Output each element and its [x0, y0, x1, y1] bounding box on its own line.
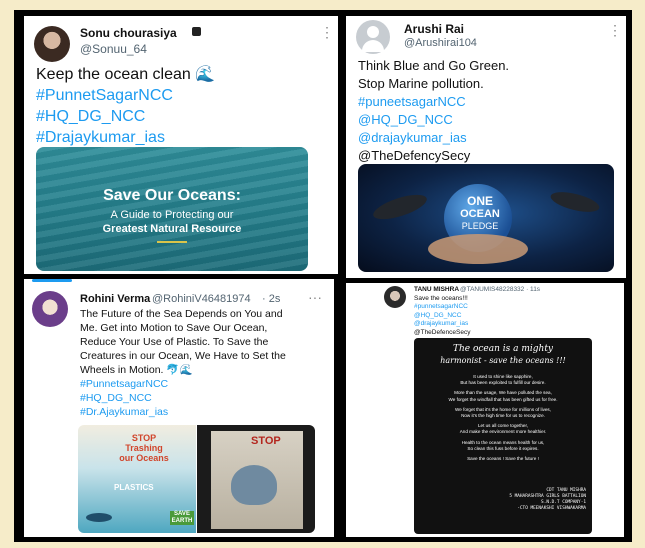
tweet-text: The Future of the Sea Depends on You and… — [80, 307, 286, 419]
tweet-line: Keep the ocean clean — [36, 66, 191, 83]
shark-shape — [231, 465, 277, 505]
author-handle[interactable]: @Arushirai104 — [404, 37, 477, 49]
tweet-card-rohini[interactable]: Rohini Verma @RohiniV46481974 · 2s ··· T… — [24, 279, 334, 537]
lock-icon — [192, 27, 201, 36]
poem-line: Save the oceans ! Save the future ! — [467, 456, 539, 462]
mention-link[interactable]: @HQ_DG_NCC — [414, 312, 470, 320]
tweet-card-tanu[interactable]: TANU MISHRA @TANUMIS48228332 · 11s Save … — [346, 283, 624, 537]
tweet-line: Stop Marine pollution. — [358, 76, 484, 91]
tweet-card-arushi[interactable]: Arushi Rai @Arushirai104 ⋮ Think Blue an… — [346, 16, 626, 278]
hashtag-link[interactable]: #HQ_DG_NCC — [80, 391, 286, 405]
default-avatar-icon — [367, 26, 379, 38]
more-options-icon[interactable]: ··· — [308, 289, 322, 305]
ocean-guide-image[interactable]: Save Our Oceans: A Guide to Protecting o… — [36, 147, 308, 271]
tweet-line: Me. Get into Motion to Save Our Ocean, — [80, 322, 268, 334]
author-handle[interactable]: @TANUMIS48228332 · 11s — [460, 286, 540, 293]
signature-line: -CTO MEENAKSHI VISHWAKARMA — [517, 506, 586, 511]
whale-shape — [548, 188, 602, 216]
card-subtitle: A Guide to Protecting our — [110, 209, 234, 221]
tweet-line: Save the oceans!!! — [414, 295, 468, 302]
ocean-poem-image[interactable]: The ocean is a mighty harmonist - save t… — [414, 338, 592, 534]
whale-shape — [370, 189, 430, 225]
tweet-text: Think Blue and Go Green. Stop Marine pol… — [358, 57, 509, 165]
mention-link[interactable]: @drajaykumar_ias — [414, 320, 470, 328]
hashtag-link[interactable]: #puneetsagarNCC — [358, 93, 509, 111]
more-options-icon[interactable]: ⋮ — [320, 24, 334, 41]
stop-pollution-drawing[interactable]: STOP — [197, 425, 315, 533]
stop-trashing-poster[interactable]: STOP Trashing our Oceans PLASTICS SAVE E… — [78, 425, 196, 533]
avatar[interactable] — [34, 26, 70, 62]
active-tab-indicator — [32, 279, 72, 282]
author-name[interactable]: TANU MISHRA — [414, 286, 459, 293]
hashtag-link[interactable]: #Drajaykumar_ias — [36, 127, 215, 148]
avatar[interactable] — [384, 286, 406, 308]
mention-link[interactable]: @drajaykumar_ias — [358, 129, 509, 147]
author-handle[interactable]: @Sonuu_64 — [80, 42, 147, 56]
divider — [157, 241, 187, 243]
wave-icon: 🌊 — [195, 66, 216, 83]
poster-label: PLASTICS — [114, 483, 154, 492]
hashtag-link[interactable]: #HQ_DG_NCC — [36, 106, 215, 127]
poster-save: SAVE EARTH — [170, 511, 194, 525]
tweet-text: Save the oceans!!! #punnetsagarNCC @HQ_D… — [414, 295, 470, 337]
tweet-line: Reduce Your Use of Plastic. To Save the — [80, 336, 269, 348]
mention-link[interactable]: @TheDefenceSecy — [414, 329, 470, 337]
tweet-line: Wheels in Motion. — [80, 364, 164, 376]
mention-link[interactable]: @TheDefencySecy — [358, 147, 509, 165]
whale-shape — [86, 513, 112, 522]
hashtag-link[interactable]: #PunnetsagarNCC — [80, 377, 286, 391]
card-subtitle: Greatest Natural Resource — [102, 223, 242, 235]
signature-block: CDT TANU MISHRA 5 MAHARASHTRA GIRLS BATT… — [509, 488, 586, 512]
hashtag-link[interactable]: #punnetsagarNCC — [414, 303, 470, 311]
more-options-icon[interactable]: ⋮ — [608, 22, 622, 39]
author-name[interactable]: Rohini Verma — [80, 293, 150, 305]
pledge-text: OCEAN — [460, 208, 500, 220]
card-title: Save Our Oceans: — [103, 187, 241, 204]
tweet-line: Think Blue and Go Green. — [358, 58, 510, 73]
hashtag-link[interactable]: #Dr.Ajaykumar_ias — [80, 405, 286, 419]
pledge-text: PLEDGE — [461, 221, 499, 231]
poster-title: STOP — [251, 435, 281, 447]
mention-link[interactable]: @HQ_DG_NCC — [358, 111, 509, 129]
pledge-text: ONE — [466, 194, 493, 208]
timestamp[interactable]: · 2s — [262, 293, 280, 305]
wave-icon: 🐬🌊 — [166, 364, 193, 376]
poem-title: harmonist - save the oceans !!! — [440, 356, 566, 365]
tweet-card-sonu[interactable]: Sonu chourasiya @Sonuu_64 ⋮ Keep the oce… — [24, 16, 338, 274]
avatar[interactable] — [356, 20, 390, 54]
poster-title: STOP Trashing our Oceans — [119, 433, 169, 463]
tweet-text: Keep the ocean clean 🌊 #PunnetSagarNCC #… — [36, 64, 215, 148]
avatar[interactable] — [32, 291, 68, 327]
hands-shape — [428, 234, 528, 264]
poem-title: The ocean is a mighty — [452, 344, 554, 354]
hashtag-link[interactable]: #PunnetSagarNCC — [36, 85, 215, 106]
poem-body: It used to shine like sapphire, But has … — [418, 374, 588, 462]
author-handle[interactable]: @RohiniV46481974 — [152, 293, 251, 305]
author-name[interactable]: Arushi Rai — [404, 22, 464, 36]
author-name[interactable]: Sonu chourasiya — [80, 26, 177, 40]
one-ocean-pledge-image[interactable]: ONE OCEAN PLEDGE — [358, 164, 614, 272]
tweet-line: Creatures in our Ocean, We Have to Set t… — [80, 350, 286, 362]
tweet-line: The Future of the Sea Depends on You and — [80, 308, 283, 320]
